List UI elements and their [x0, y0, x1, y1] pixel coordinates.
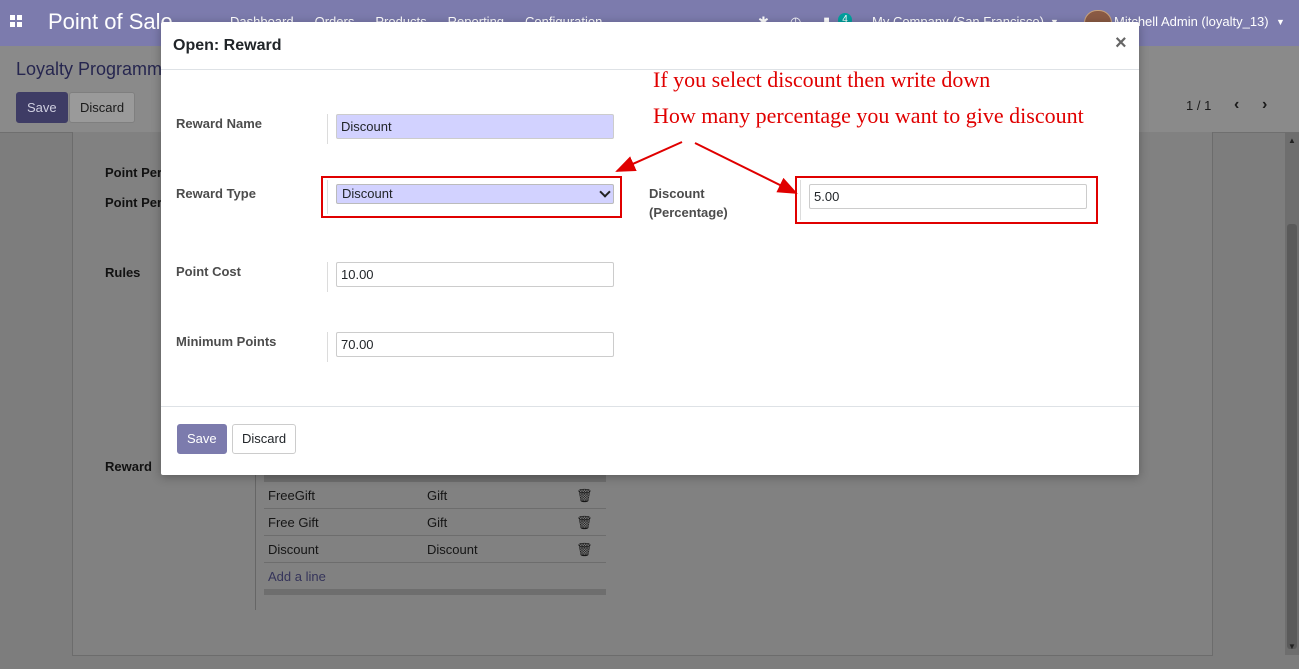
arrow-to-reward-type — [615, 141, 683, 172]
annotation-arrows — [615, 141, 798, 194]
arrow-to-discount-field — [694, 142, 798, 194]
